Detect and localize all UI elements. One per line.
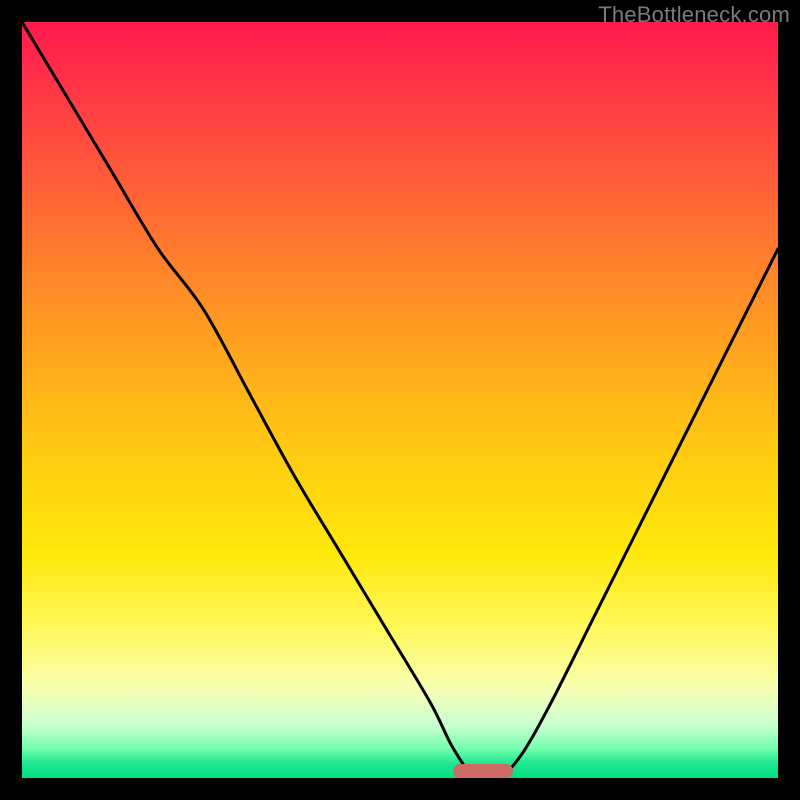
bottleneck-curve: [22, 22, 778, 778]
plot-area: [22, 22, 778, 778]
optimal-range-marker: [453, 764, 513, 778]
chart-frame: TheBottleneck.com: [0, 0, 800, 800]
